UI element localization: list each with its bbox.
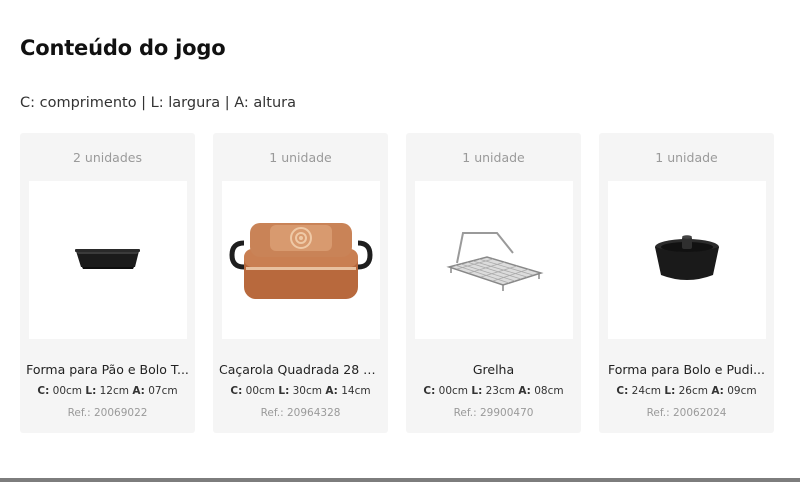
product-card[interactable]: 1 unidade Forma para Bolo e Pudi... C: 2… (599, 133, 774, 433)
product-quantity: 1 unidade (269, 150, 332, 165)
product-card[interactable]: 2 unidades Forma para Pão e Bolo T... C:… (20, 133, 195, 433)
product-list: 2 unidades Forma para Pão e Bolo T... C:… (20, 133, 774, 433)
dimensions-legend: C: comprimento | L: largura | A: altura (20, 95, 297, 111)
bottom-scroll-edge (0, 478, 800, 482)
product-ref: Ref.: 20062024 (646, 407, 727, 419)
product-ref: Ref.: 20964328 (260, 407, 341, 419)
product-image[interactable] (222, 181, 380, 339)
product-ref: Ref.: 29900470 (453, 407, 534, 419)
loaf-pan-icon (75, 249, 140, 269)
square-casserole-icon (229, 223, 373, 299)
section-title: Conteúdo do jogo (20, 36, 226, 60)
product-name[interactable]: Grelha (412, 362, 575, 377)
product-dimensions: C: 00cm L: 30cm A: 14cm (230, 385, 371, 397)
grill-rack-icon (446, 232, 544, 291)
product-image[interactable] (415, 181, 573, 339)
product-dimensions: C: 00cm L: 23cm A: 08cm (423, 385, 564, 397)
product-dimensions: C: 24cm L: 26cm A: 09cm (616, 385, 757, 397)
product-quantity: 2 unidades (73, 150, 142, 165)
product-card[interactable]: 1 unidade Grelha C: 00cm L: 23cm A: 08cm… (406, 133, 581, 433)
product-name[interactable]: Forma para Bolo e Pudi... (605, 362, 768, 377)
product-image[interactable] (608, 181, 766, 339)
product-quantity: 1 unidade (655, 150, 718, 165)
product-image[interactable] (29, 181, 187, 339)
product-name[interactable]: Caçarola Quadrada 28 cm (219, 362, 382, 377)
product-dimensions: C: 00cm L: 12cm A: 07cm (37, 385, 178, 397)
bundt-pan-icon (655, 235, 719, 280)
product-name[interactable]: Forma para Pão e Bolo T... (26, 362, 189, 377)
product-quantity: 1 unidade (462, 150, 525, 165)
product-ref: Ref.: 20069022 (67, 407, 148, 419)
product-card[interactable]: 1 unidade Caçarola Quadrada 28 cm C: 00c… (213, 133, 388, 433)
